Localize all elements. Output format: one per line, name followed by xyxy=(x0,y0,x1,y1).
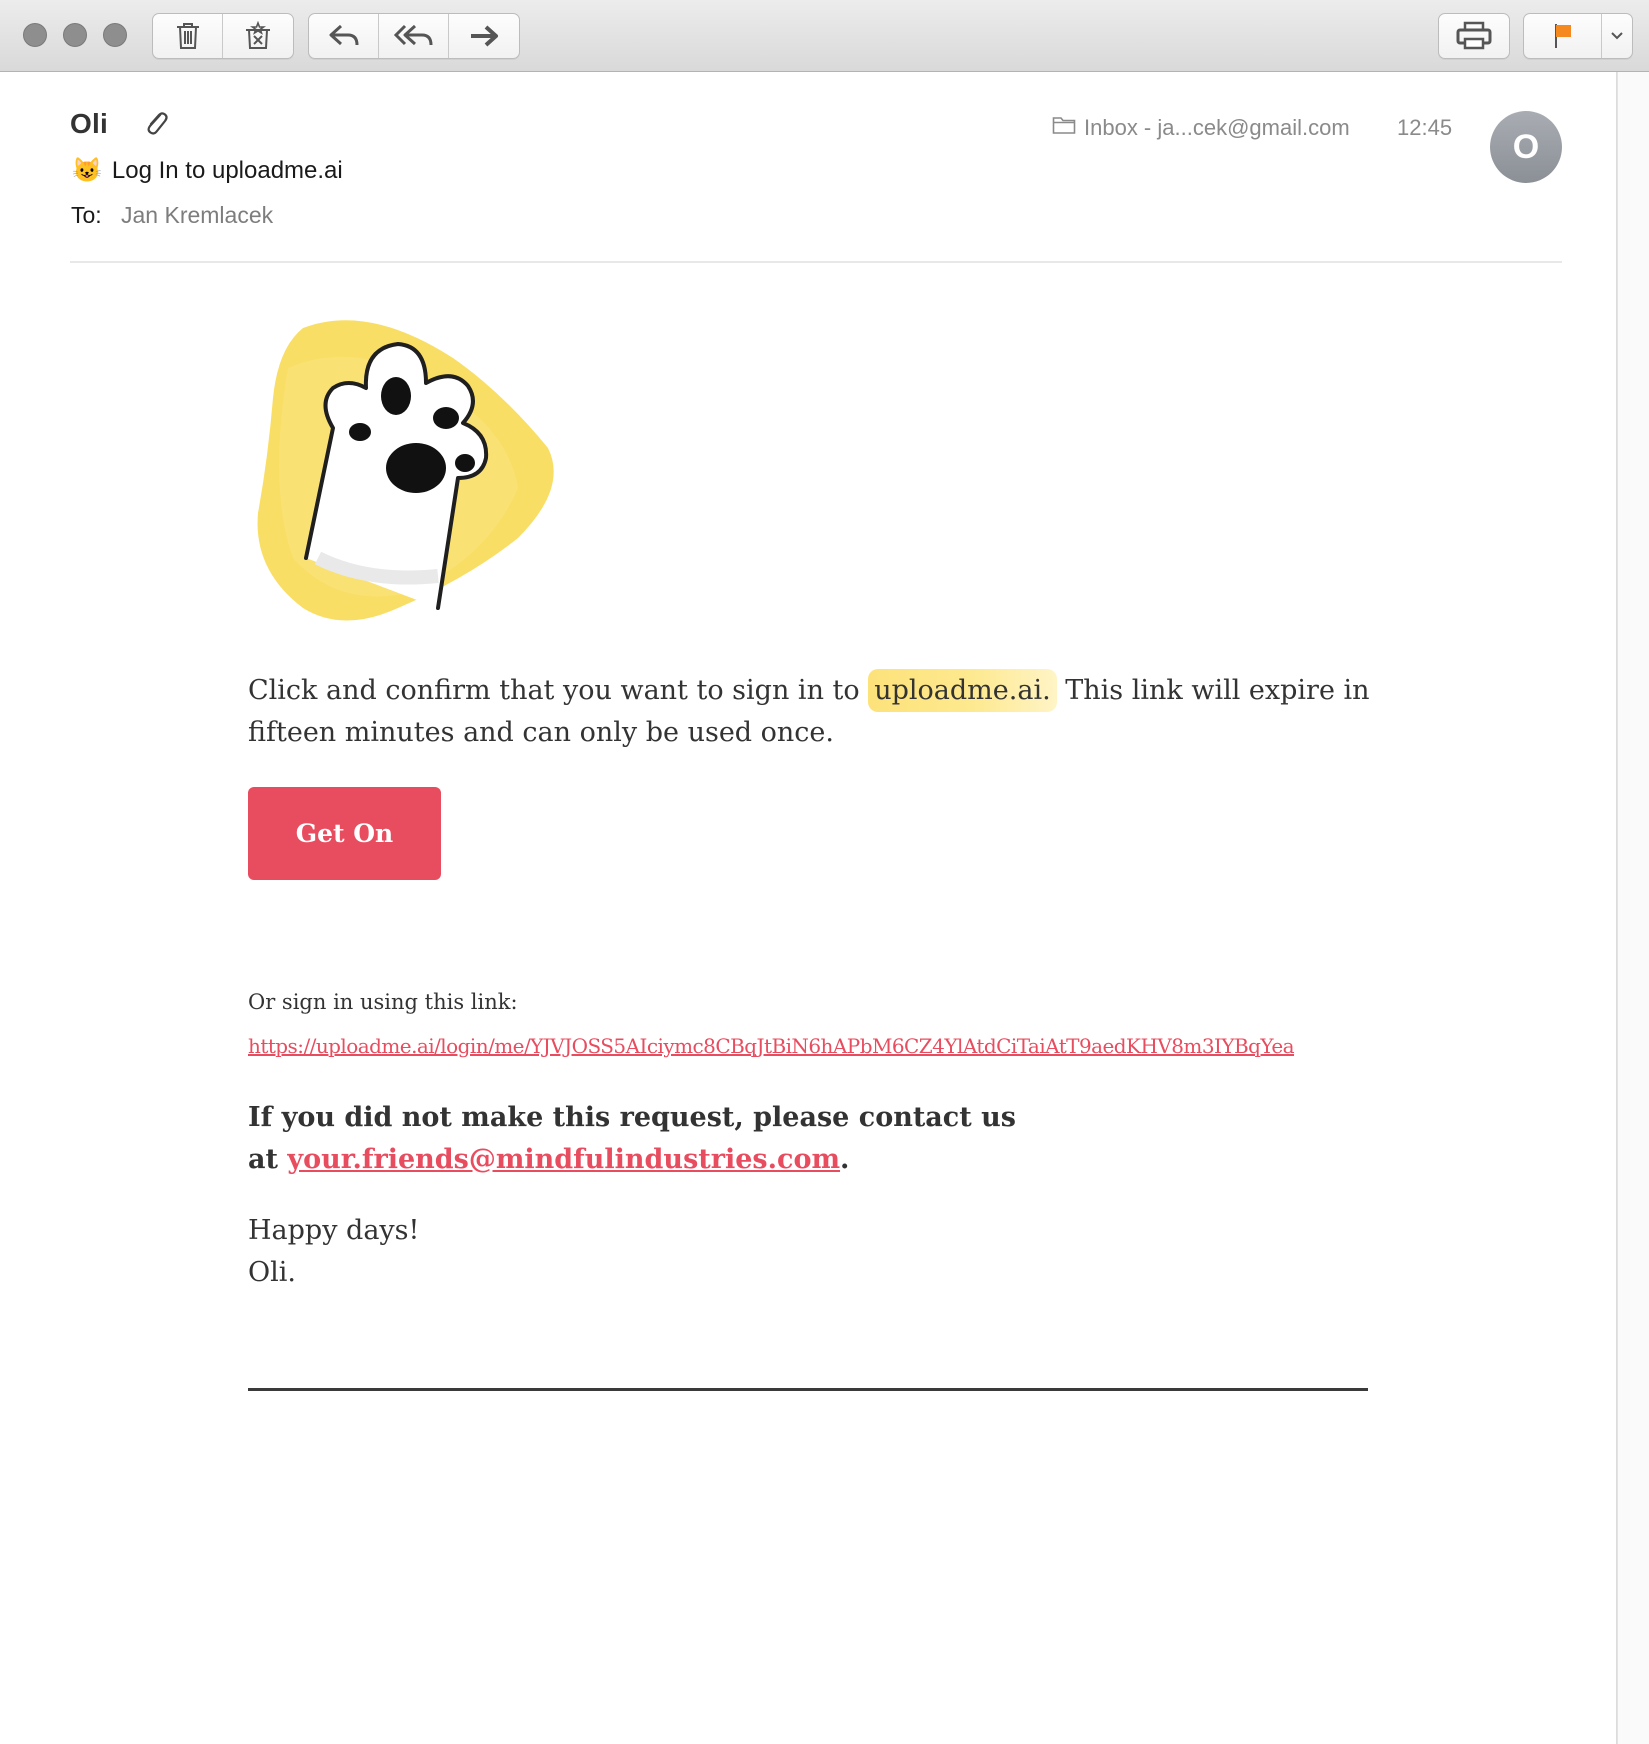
attachment-icon[interactable] xyxy=(143,108,169,143)
get-on-button[interactable]: Get On xyxy=(248,787,441,880)
recipient-label: To: xyxy=(71,202,102,228)
delete-button[interactable] xyxy=(153,14,223,58)
flag-group xyxy=(1523,13,1633,59)
junk-icon xyxy=(243,21,273,51)
signoff: Happy days! Oli. xyxy=(248,1210,419,1294)
intro-paragraph: Click and confirm that you want to sign … xyxy=(248,669,1388,754)
toolbar xyxy=(0,0,1649,72)
print-icon xyxy=(1455,21,1493,51)
received-time: 12:45 xyxy=(1397,115,1453,140)
warning-paragraph: If you did not make this request, please… xyxy=(248,1097,1048,1181)
junk-button[interactable] xyxy=(223,14,293,58)
minimize-window-button[interactable] xyxy=(63,23,87,47)
warning-end: . xyxy=(840,1144,850,1175)
cat-emoji-icon: 😺 xyxy=(72,157,102,184)
signoff-name: Oli. xyxy=(248,1257,296,1288)
print-button[interactable] xyxy=(1439,14,1509,58)
flag-button[interactable] xyxy=(1524,14,1602,58)
reply-all-icon xyxy=(393,23,435,49)
mailbox-location[interactable]: Inbox - ja...cek@gmail.com xyxy=(1052,115,1350,141)
header-divider xyxy=(70,261,1562,263)
chevron-down-icon xyxy=(1610,31,1624,41)
alt-signin-label: Or sign in using this link: xyxy=(248,990,518,1014)
zoom-window-button[interactable] xyxy=(103,23,127,47)
folder-icon xyxy=(1052,115,1084,141)
signoff-greeting: Happy days! xyxy=(248,1215,420,1246)
subject-line: Log In to uploadme.ai xyxy=(111,156,343,184)
scrollbar-track[interactable] xyxy=(1617,72,1649,1744)
flag-icon xyxy=(1552,22,1574,50)
recipient-name[interactable]: Jan Kremlacek xyxy=(121,202,273,229)
flag-menu-button[interactable] xyxy=(1602,14,1632,58)
support-email-link[interactable]: your.friends@mindfulindustries.com xyxy=(287,1144,840,1175)
trash-icon xyxy=(175,21,201,51)
sender-avatar: O xyxy=(1490,111,1562,183)
reply-button[interactable] xyxy=(309,14,379,58)
forward-icon xyxy=(468,24,500,48)
reply-all-button[interactable] xyxy=(379,14,449,58)
cat-paw-illustration xyxy=(248,308,588,643)
subject-row: 😺 Log In to uploadme.ai xyxy=(72,156,343,185)
close-window-button[interactable] xyxy=(23,23,47,47)
highlighted-domain: uploadme.ai. xyxy=(868,669,1057,712)
reply-forward-group xyxy=(308,13,520,59)
forward-button[interactable] xyxy=(449,14,519,58)
intro-text-before: Click and confirm that you want to sign … xyxy=(248,675,869,706)
reply-icon xyxy=(328,23,360,49)
signin-link[interactable]: https://uploadme.ai/login/me/YJVJOSS5AIc… xyxy=(248,1034,1295,1058)
footer-divider xyxy=(248,1388,1368,1391)
print-group xyxy=(1438,13,1510,59)
sender-name: Oli xyxy=(70,108,108,139)
mailbox-label: Inbox - ja...cek@gmail.com xyxy=(1084,115,1350,140)
delete-junk-group xyxy=(152,13,294,59)
